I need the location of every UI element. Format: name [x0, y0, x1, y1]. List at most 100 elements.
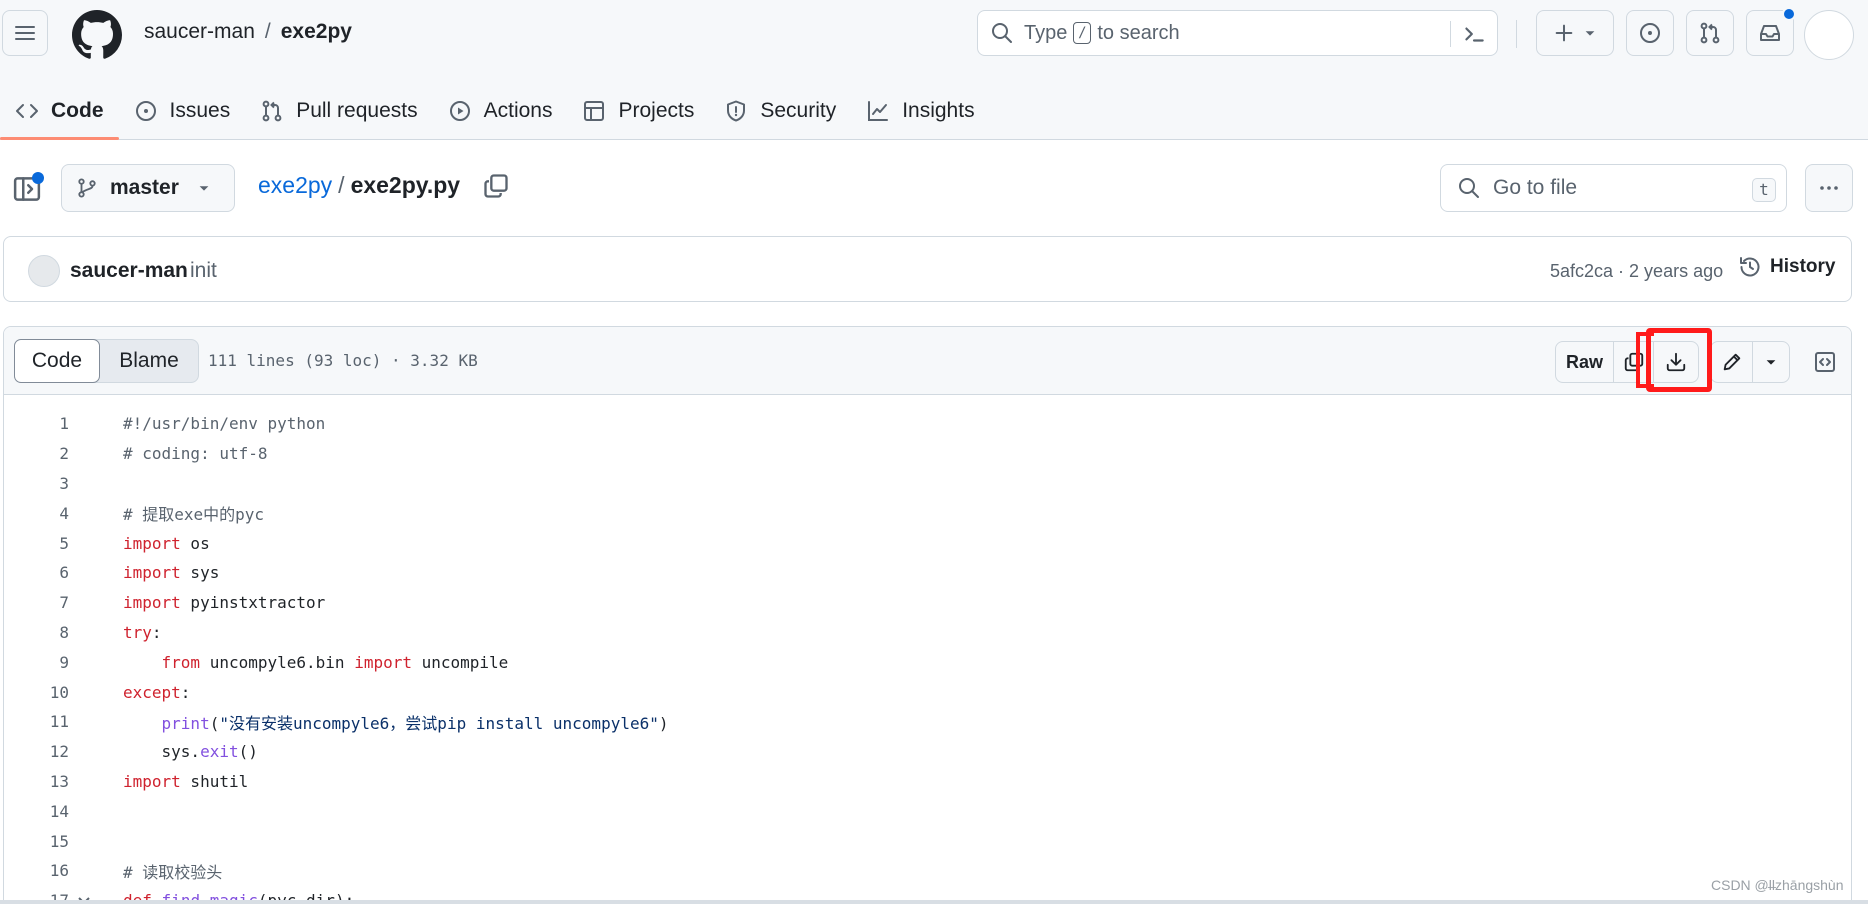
line-code: from uncompyle6.bin import uncompile [123, 653, 509, 672]
kebab-horizontal-icon [1820, 186, 1838, 190]
issue-opened-icon [135, 101, 156, 121]
line-number[interactable]: 10 [9, 683, 69, 702]
line-number[interactable]: 8 [9, 623, 69, 642]
line-code: # coding: utf-8 [123, 444, 268, 463]
raw-button[interactable]: Raw [1556, 342, 1614, 382]
code-line[interactable]: 14 [4, 796, 1851, 826]
code-line[interactable]: 5 import os [4, 528, 1851, 558]
line-number[interactable]: 6 [9, 563, 69, 582]
search-shortcut-key: / [1073, 22, 1092, 44]
tab-pull-requests[interactable]: Pull requests [245, 82, 432, 140]
issue-opened-icon [1640, 23, 1660, 43]
commit-message[interactable]: init [190, 259, 217, 283]
line-number[interactable]: 9 [9, 653, 69, 672]
tab-projects[interactable]: Projects [567, 82, 709, 140]
triangle-down-icon [1766, 360, 1776, 365]
repo-link[interactable]: exe2py [281, 20, 352, 44]
watermark: CSDN @l̶lzhāngshùn [1711, 877, 1844, 893]
triangle-down-icon [1585, 31, 1595, 36]
line-number[interactable]: 15 [9, 832, 69, 851]
line-number[interactable]: 1 [9, 414, 69, 433]
file-breadcrumb-repo-link[interactable]: exe2py [258, 172, 332, 199]
code-line[interactable]: 1 #!/usr/bin/env python [4, 409, 1851, 439]
tab-security[interactable]: Security [709, 82, 851, 140]
your-pull-requests-button[interactable] [1686, 10, 1734, 56]
tab-insights[interactable]: Insights [851, 82, 989, 140]
code-token: shutil [180, 771, 249, 791]
code-line[interactable]: 15 [4, 826, 1851, 856]
inbox-icon [1760, 25, 1780, 41]
line-code: # 提取exe中的pyc [123, 501, 264, 525]
menu-button[interactable] [2, 10, 48, 56]
line-number[interactable]: 3 [9, 474, 69, 493]
edit-options-button[interactable] [1753, 342, 1789, 382]
line-number[interactable]: 16 [9, 861, 69, 880]
search-input[interactable]: Type / to search [977, 10, 1498, 56]
code-token: sys. [123, 742, 201, 762]
code-view-button[interactable]: Code [14, 339, 100, 383]
blame-view-button[interactable]: Blame [100, 340, 198, 382]
commit-author-avatar[interactable] [28, 255, 60, 287]
code-line[interactable]: 6 import sys [4, 558, 1851, 588]
code-line[interactable]: 11 print("没有安装uncompyle6，尝试pip install u… [4, 707, 1851, 737]
go-to-file-input[interactable]: Go to file t [1440, 164, 1787, 212]
more-options-button[interactable] [1805, 164, 1853, 212]
window-bottom-border [0, 900, 1868, 904]
search-placeholder: Type / to search [1024, 22, 1180, 45]
line-number[interactable]: 12 [9, 742, 69, 761]
history-button[interactable]: History [1738, 255, 1835, 279]
code-token: import [123, 563, 181, 583]
code-line[interactable]: 10 except: [4, 677, 1851, 707]
tab-actions-label: Actions [483, 99, 553, 122]
symbols-panel-button[interactable] [1804, 341, 1846, 383]
create-new-button[interactable] [1536, 10, 1614, 56]
line-number[interactable]: 5 [9, 534, 69, 553]
code-line[interactable]: 4 # 提取exe中的pyc [4, 498, 1851, 528]
tab-code[interactable]: Code [0, 82, 119, 140]
pencil-icon [1723, 353, 1740, 371]
line-number[interactable]: 13 [9, 772, 69, 791]
line-code: import sys [123, 563, 219, 582]
hamburger-icon [15, 26, 35, 40]
latest-commit-box: saucer-man init 5afc2ca · 2 years ago Hi… [3, 236, 1852, 302]
line-code: import shutil [123, 772, 248, 791]
line-number[interactable]: 2 [9, 444, 69, 463]
view-mode-toggle: Code Blame [14, 339, 199, 383]
search-icon [992, 23, 1012, 43]
tab-actions[interactable]: Actions [433, 82, 568, 140]
copy-path-icon[interactable] [482, 172, 510, 200]
line-number[interactable]: 4 [9, 504, 69, 523]
code-line[interactable]: 3 [4, 469, 1851, 499]
branch-selector-button[interactable]: master [61, 164, 235, 212]
code-line[interactable]: 12 sys.exit() [4, 737, 1851, 767]
triangle-down-icon [199, 186, 209, 191]
line-code: #!/usr/bin/env python [123, 414, 325, 433]
notification-indicator [1782, 7, 1796, 21]
tab-issues[interactable]: Issues [119, 82, 246, 140]
code-line[interactable]: 8 try: [4, 618, 1851, 648]
command-palette-icon[interactable] [1461, 21, 1487, 47]
commit-meta[interactable]: 5afc2ca · 2 years ago [1550, 261, 1723, 282]
shield-icon [727, 100, 746, 122]
commit-author[interactable]: saucer-man [70, 259, 188, 283]
user-avatar[interactable] [1804, 10, 1854, 60]
line-number[interactable]: 11 [9, 712, 69, 731]
code-line[interactable]: 9 from uncompyle6.bin import uncompile [4, 647, 1851, 677]
your-issues-button[interactable] [1626, 10, 1674, 56]
line-code: try: [123, 623, 162, 642]
file-name: exe2py.py [350, 172, 461, 198]
owner-link[interactable]: saucer-man [144, 20, 255, 44]
code-line[interactable]: 2 # coding: utf-8 [4, 439, 1851, 469]
code-token: exit [200, 742, 239, 762]
code-line[interactable]: 16 # 读取校验头 [4, 856, 1851, 886]
search-placeholder-before: Type [1024, 21, 1068, 44]
tab-issues-label: Issues [169, 99, 231, 122]
github-logo-icon[interactable] [72, 10, 122, 60]
edit-file-button[interactable] [1711, 342, 1753, 382]
code-token: () [238, 742, 258, 762]
code-line[interactable]: 7 import pyinstxtractor [4, 588, 1851, 618]
code-line[interactable]: 13 import shutil [4, 767, 1851, 797]
line-number[interactable]: 7 [9, 593, 69, 612]
line-number[interactable]: 14 [9, 802, 69, 821]
